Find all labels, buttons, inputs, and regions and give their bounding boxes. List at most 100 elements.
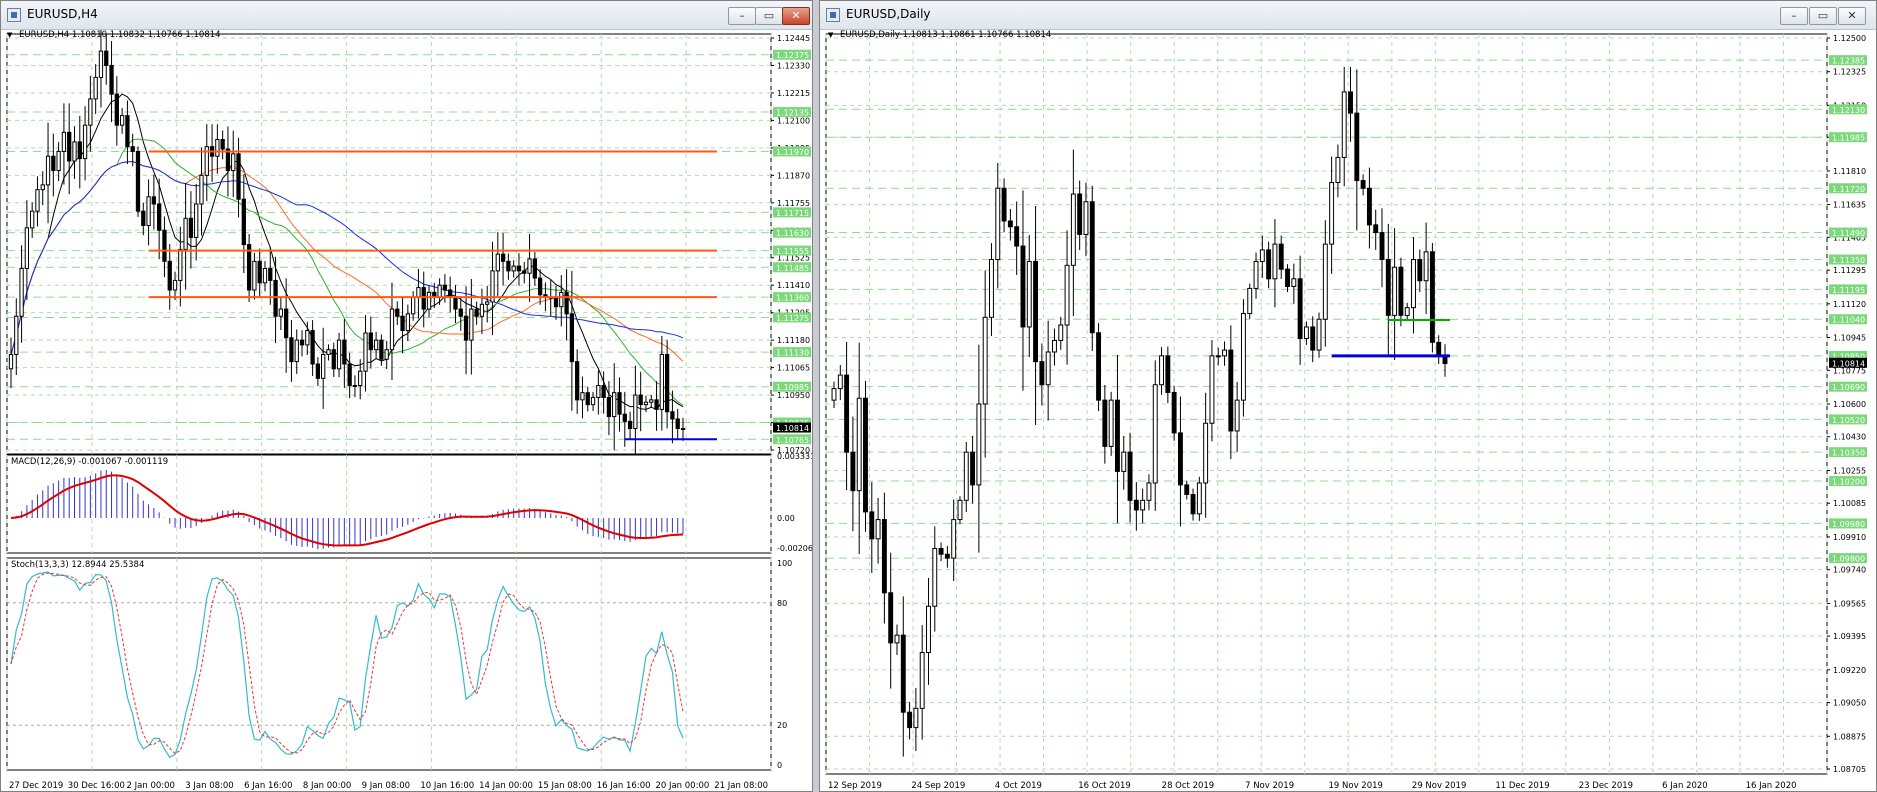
macd-tick-label: 0.00 bbox=[777, 514, 795, 523]
candle-body bbox=[294, 339, 299, 363]
candle-body bbox=[278, 308, 283, 317]
candle-body bbox=[310, 330, 315, 365]
h4-window-titlebar[interactable]: EURUSD,H4 – ▭ ✕ bbox=[1, 1, 812, 30]
candle-body bbox=[850, 451, 856, 492]
candle-body bbox=[305, 330, 310, 346]
candle-body bbox=[188, 217, 194, 238]
candle-body bbox=[19, 267, 24, 317]
candle-body bbox=[236, 153, 241, 200]
candle-body bbox=[894, 634, 900, 644]
candle-body bbox=[1291, 278, 1297, 287]
candle-body bbox=[675, 418, 680, 430]
candle-body bbox=[1121, 451, 1127, 472]
candle-body bbox=[24, 227, 30, 269]
candle-body bbox=[40, 184, 45, 191]
daily-chart[interactable]: 1.125001.123251.121501.119851.118101.116… bbox=[820, 30, 1876, 792]
price-tick-label: 1.10255 bbox=[1833, 466, 1866, 475]
price-tick-label: 1.11295 bbox=[1833, 266, 1866, 275]
candle-body bbox=[151, 196, 157, 205]
level-tag-label: 1.11630 bbox=[776, 229, 809, 238]
candle-body bbox=[157, 203, 162, 231]
candle-body bbox=[516, 265, 522, 272]
candle-body bbox=[342, 339, 347, 365]
time-axis-label: 7 Nov 2019 bbox=[1245, 781, 1294, 791]
candle-body bbox=[167, 260, 172, 291]
candle-body bbox=[938, 547, 944, 555]
candle-body bbox=[373, 339, 379, 351]
minimize-button[interactable]: – bbox=[728, 7, 756, 25]
candle-body bbox=[1089, 201, 1095, 334]
candle-body bbox=[612, 392, 617, 418]
candle-body bbox=[352, 385, 358, 388]
price-tick-label: 1.09910 bbox=[1833, 533, 1866, 542]
candle-body bbox=[347, 363, 352, 387]
candle-body bbox=[596, 385, 601, 398]
price-tick-label: 1.10085 bbox=[1833, 499, 1866, 508]
candle-body bbox=[649, 399, 654, 403]
candle-body bbox=[104, 50, 109, 66]
daily-price-axis: 1.125001.123251.121501.119851.118101.116… bbox=[1827, 34, 1867, 774]
level-tag-label: 1.12375 bbox=[776, 51, 809, 60]
level-tag-label: 1.12130 bbox=[1832, 106, 1865, 115]
close-button[interactable]: ✕ bbox=[782, 7, 810, 25]
candle-body bbox=[469, 308, 474, 341]
candle-body bbox=[56, 150, 61, 172]
candle-body bbox=[1335, 156, 1341, 183]
daily-panel-menu-icon[interactable]: ▼ bbox=[828, 31, 834, 39]
candle-body bbox=[844, 374, 850, 453]
candle-body bbox=[257, 260, 262, 284]
daily-chart-window[interactable]: EURUSD,Daily – ▭ ✕ 1.125001.123251.12150… bbox=[819, 0, 1877, 792]
chart-window-icon bbox=[7, 8, 21, 22]
candle-body bbox=[1146, 482, 1152, 501]
candle-body bbox=[199, 174, 204, 205]
price-tick-label: 1.12330 bbox=[777, 61, 810, 70]
candle-body bbox=[437, 284, 442, 298]
maximize-button[interactable]: ▭ bbox=[755, 7, 783, 25]
candle-body bbox=[363, 332, 368, 372]
candle-body bbox=[114, 93, 119, 126]
h4-chart-window[interactable]: EURUSD,H4 – ▭ ✕ 1.12445 1.12330 1.12215 1.1… bbox=[0, 0, 813, 792]
time-axis-label: 23 Dec 2019 bbox=[1579, 781, 1633, 791]
price-tick-label: 1.11635 bbox=[1833, 201, 1866, 210]
h4-time-axis: 27 Dec 2019 30 Dec 16:00 2 Jan 00:00 3 Jan … bbox=[9, 781, 768, 791]
candle-body bbox=[1108, 399, 1114, 447]
candle-body bbox=[907, 711, 913, 729]
price-tick-label: 1.09565 bbox=[1833, 599, 1866, 608]
candle-body bbox=[1007, 220, 1013, 228]
time-axis-label: 11 Dec 2019 bbox=[1495, 781, 1549, 791]
candle-body bbox=[1058, 324, 1064, 341]
time-axis-label: 16 Oct 2019 bbox=[1078, 781, 1131, 791]
candle-body bbox=[172, 279, 178, 291]
candle-body bbox=[51, 155, 56, 172]
minimize-button[interactable]: – bbox=[1780, 7, 1808, 25]
candle-body bbox=[1203, 422, 1209, 484]
time-axis-label: 6 Jan 16:00 bbox=[244, 781, 292, 791]
candle-body bbox=[1423, 251, 1429, 282]
level-tag-label: 1.10765 bbox=[776, 436, 809, 445]
stoch-tick-label: 20 bbox=[777, 721, 787, 730]
candle-body bbox=[527, 258, 532, 274]
time-axis-label: 8 Jan 00:00 bbox=[303, 781, 351, 791]
daily-window-titlebar[interactable]: EURUSD,Daily – ▭ ✕ bbox=[820, 1, 1876, 30]
candle-body bbox=[617, 392, 622, 415]
candle-body bbox=[1159, 355, 1164, 386]
price-tick-label: 1.09050 bbox=[1833, 699, 1866, 708]
candle-body bbox=[178, 248, 183, 281]
level-tag-label: 1.11040 bbox=[1832, 316, 1865, 325]
time-axis-label: 27 Dec 2019 bbox=[9, 781, 63, 791]
candle-body bbox=[88, 98, 93, 126]
time-axis-label: 9 Jan 08:00 bbox=[362, 781, 410, 791]
h4-chart[interactable]: 1.124451.123301.122151.121001.119851.118… bbox=[1, 30, 812, 792]
candle-body bbox=[1020, 245, 1026, 328]
level-tag-label: 1.11360 bbox=[776, 294, 809, 303]
candle-body bbox=[1190, 494, 1196, 515]
candle-body bbox=[1278, 243, 1284, 270]
candle-body bbox=[506, 260, 511, 272]
candle-body bbox=[856, 397, 862, 492]
maximize-button[interactable]: ▭ bbox=[1809, 7, 1837, 25]
h4-panel-menu-icon[interactable]: ▼ bbox=[7, 31, 13, 39]
close-button[interactable]: ✕ bbox=[1838, 7, 1866, 25]
candle-body bbox=[633, 394, 638, 430]
candle-body bbox=[622, 413, 627, 422]
candle-body bbox=[957, 499, 963, 521]
